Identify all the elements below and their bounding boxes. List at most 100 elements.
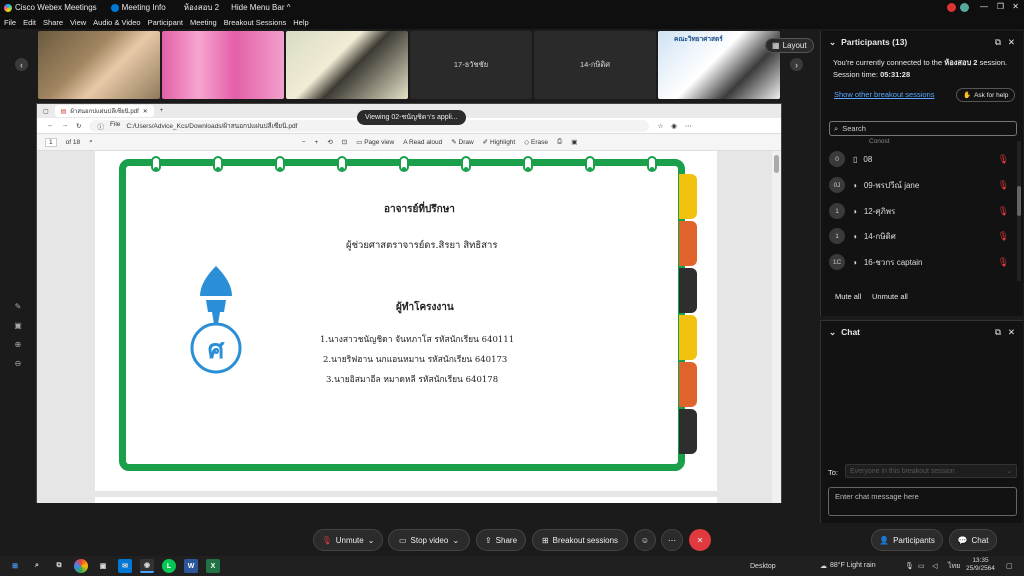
mail-icon[interactable]: ✉ [118,559,132,573]
start-icon[interactable]: ⊞ [8,559,22,573]
next-video-arrow[interactable]: › [790,58,803,71]
minimize-icon[interactable]: — [980,2,988,11]
save-pdf-icon[interactable]: ▣ [571,138,577,146]
participants-button[interactable]: 👤 Participants [871,529,943,551]
task-view-icon[interactable]: ⧉ [52,559,66,573]
pdf-viewport[interactable]: อาจารย์ที่ปรึกษา ผู้ช่วยศาสตราจารย์ดร.สิ… [37,151,773,503]
shared-screen[interactable]: ▢ ▤ ผ้าสนอกปแผ่นปลีเซียนิ.pdf ✕ + ← → ↻ ⓘ F… [36,103,782,503]
collapse-icon[interactable]: ⌄ [829,37,836,48]
menu-help[interactable]: Help [293,18,308,27]
language-indicator[interactable]: ไทย [948,561,960,572]
weather-widget[interactable]: ☁ 88°F Light rain [820,562,876,570]
stop-video-button[interactable]: ▭ Stop video ⌄ [388,529,470,551]
video-tile-3[interactable] [286,31,408,99]
chat-recipient-select[interactable]: Everyone in this breakout session ⌄ [845,464,1017,478]
refresh-icon[interactable]: ↻ [76,122,81,130]
maximize-icon[interactable]: ❐ [997,2,1004,11]
more-icon[interactable]: ⋯ [685,122,692,130]
muted-mic-icon[interactable]: 🎙 [998,257,1009,268]
zoom-out-button[interactable]: − [302,139,306,146]
erase-button[interactable]: ◇ Erase [524,138,548,146]
back-icon[interactable]: ← [47,122,54,129]
zoom-out-icon[interactable]: ⊖ [12,357,24,369]
webex-taskbar-icon[interactable]: ◉ [140,559,154,573]
participant-row[interactable]: 1 ◗ 12-ศุภิพร 🎙 [829,202,1009,220]
participant-row[interactable]: 1C ◗ 16-ชวกร captain 🎙 [829,253,1009,271]
mute-all-button[interactable]: Mute all [835,292,861,301]
clock[interactable]: 13:35 25/9/2564 [966,557,995,573]
forward-icon[interactable]: → [62,122,69,129]
panel-close-icon[interactable]: ✕ [1008,327,1015,338]
menu-file[interactable]: File [4,18,16,27]
menu-share[interactable]: Share [43,18,63,27]
zoom-in-button[interactable]: + [315,139,319,146]
participants-scrollbar[interactable] [1017,141,1021,281]
zoom-in-icon[interactable]: ⊕ [12,338,24,350]
video-tile-2[interactable] [162,31,284,99]
video-tile-6[interactable]: คณะวิทยาศาสตร์ [658,31,780,99]
menu-meeting[interactable]: Meeting [190,18,217,27]
muted-mic-icon[interactable]: 🎙 [998,206,1009,217]
video-tile-5[interactable]: 14-กษิดิศ [534,31,656,99]
muted-mic-icon[interactable]: 🎙 [998,231,1009,242]
more-options-button[interactable]: ⋯ [661,529,683,551]
reactions-button[interactable]: ☺ [634,529,656,551]
chat-button[interactable]: 💬 Chat [949,529,997,551]
fit-icon[interactable]: ⊡ [342,138,347,146]
annotate-icon[interactable]: ✎ [12,300,24,312]
menu-view[interactable]: View [70,18,86,27]
page-number-input[interactable]: 1 [45,137,57,147]
profile-icon[interactable]: ◉ [671,122,677,130]
unmute-button[interactable]: 🎙 Unmute ⌄ [313,529,383,551]
read-aloud-button[interactable]: A Read aloud [403,139,442,146]
ask-for-help-button[interactable]: ✋ Ask for help [956,88,1016,102]
muted-mic-icon[interactable]: 🎙 [998,154,1009,165]
rotate-icon[interactable]: ⟲ [327,138,332,146]
draw-button[interactable]: ✎ Draw [451,138,473,146]
network-icon[interactable]: ▭ [918,562,925,570]
participant-row[interactable]: 0J ◗ 09-พรปวีณ์ jane 🎙 [829,176,1009,194]
collapse-icon[interactable]: ⌄ [829,327,836,338]
print-icon[interactable]: ⎙ [557,138,562,146]
pdf-scrollbar[interactable] [772,151,781,503]
favorites-icon[interactable]: ☆ [657,122,663,130]
layout-button[interactable]: ▦ Layout [765,38,814,53]
popout-icon[interactable]: ⧉ [995,37,1001,48]
hide-menu-button[interactable]: Hide Menu Bar ^ [231,3,290,12]
breakout-sessions-button[interactable]: ⊞ Breakout sessions [532,529,628,551]
menu-audio-video[interactable]: Audio & Video [93,18,140,27]
page-view-button[interactable]: ▭ Page view [356,138,394,146]
show-other-sessions-link[interactable]: Show other breakout sessions [834,90,934,99]
menu-breakout[interactable]: Breakout Sessions [224,18,287,27]
video-tile-4[interactable]: 17-ธวัชชัย [410,31,532,99]
desktop-toolbar[interactable]: Desktop [750,563,776,570]
new-tab-icon[interactable]: + [160,108,164,114]
user-avatar[interactable] [960,3,969,12]
video-tile-1[interactable] [38,31,160,99]
panel-close-icon[interactable]: ✕ [1008,37,1015,48]
muted-mic-icon[interactable]: 🎙 [998,180,1009,191]
leave-meeting-button[interactable]: ✕ [689,529,711,551]
mic-tray-icon[interactable]: 🎙 [905,562,914,570]
chat-input[interactable]: Enter chat message here [828,487,1017,516]
participant-row[interactable]: 0 ▯ 08 🎙 [829,150,1009,168]
share-button[interactable]: ⇪ Share [476,529,526,551]
participant-search-input[interactable]: ⌕ Search [829,121,1017,136]
notifications-icon[interactable]: ▢ [1006,562,1013,570]
close-icon[interactable]: ✕ [1012,2,1019,11]
chrome-icon[interactable] [74,559,88,573]
popout-icon[interactable]: ⧉ [995,327,1001,338]
menu-edit[interactable]: Edit [23,18,36,27]
tab-close-icon[interactable]: ✕ [143,108,148,115]
unmute-all-button[interactable]: Unmute all [872,292,908,301]
volume-icon[interactable]: ◁ [932,562,937,570]
store-icon[interactable]: ▣ [96,559,110,573]
save-icon[interactable]: ▣ [12,319,24,331]
scroll-thumb[interactable] [774,155,779,173]
search-icon[interactable]: ⌕ [30,559,44,573]
browser-tab[interactable]: ▤ ผ้าสนอกปแผ่นปลีเซียนิ.pdf ✕ [54,105,154,117]
menu-participant[interactable]: Participant [148,18,183,27]
highlight-button[interactable]: ✐ Highlight [483,138,516,146]
scroll-thumb[interactable] [1017,186,1021,216]
prev-video-arrow[interactable]: ‹ [15,58,28,71]
